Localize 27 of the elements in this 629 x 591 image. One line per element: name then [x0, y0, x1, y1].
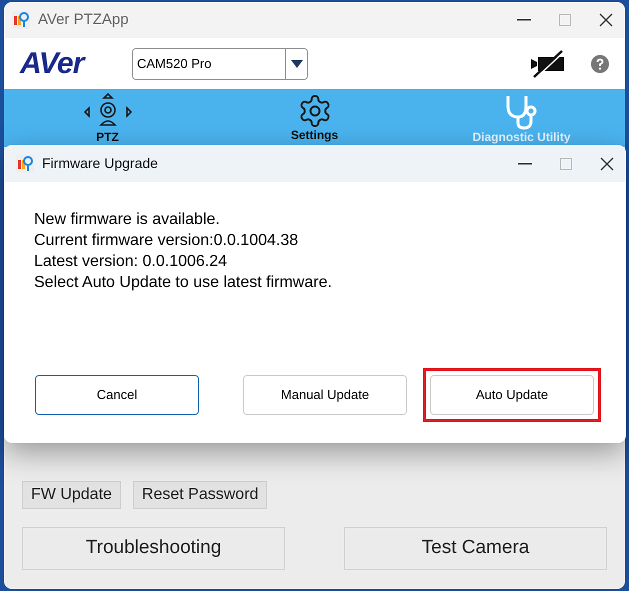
small-button[interactable]: FW Update [22, 481, 121, 509]
message-line: Select Auto Update to use latest firmware. [34, 273, 333, 293]
app-icon [16, 154, 34, 172]
nav-tab[interactable]: PTZ [4, 89, 211, 147]
dialog-title: Firmware Upgrade [42, 154, 158, 173]
stethoscope-icon [504, 93, 540, 131]
small-button[interactable]: Reset Password [132, 481, 268, 509]
message-line: Latest version: 0.0.1006.24 [34, 252, 228, 272]
app-icon [12, 11, 30, 29]
message-line: Current firmware version:0.0.1004.38 [34, 231, 300, 251]
dialog-button[interactable]: Cancel [35, 375, 199, 415]
camera-select[interactable]: CAM520 Pro [132, 48, 308, 80]
dialog-button[interactable]: Auto Update [430, 375, 594, 415]
large-button[interactable]: Test Camera [344, 527, 607, 570]
nav-tab[interactable]: Settings [211, 89, 418, 147]
message-line: New firmware is available. [34, 210, 221, 230]
dropdown-caret-icon [290, 60, 302, 68]
close-icon[interactable] [599, 13, 613, 27]
logo: AVer [20, 46, 87, 82]
dialog-button[interactable]: Manual Update [243, 375, 407, 415]
help-icon[interactable] [591, 54, 609, 72]
large-button[interactable]: Troubleshooting [22, 527, 285, 570]
minimize-icon[interactable] [518, 162, 532, 164]
camera-off-icon[interactable] [529, 50, 567, 78]
close-icon[interactable] [600, 156, 614, 170]
minimize-icon[interactable] [517, 19, 531, 21]
window-title: AVer PTZApp [38, 10, 129, 30]
